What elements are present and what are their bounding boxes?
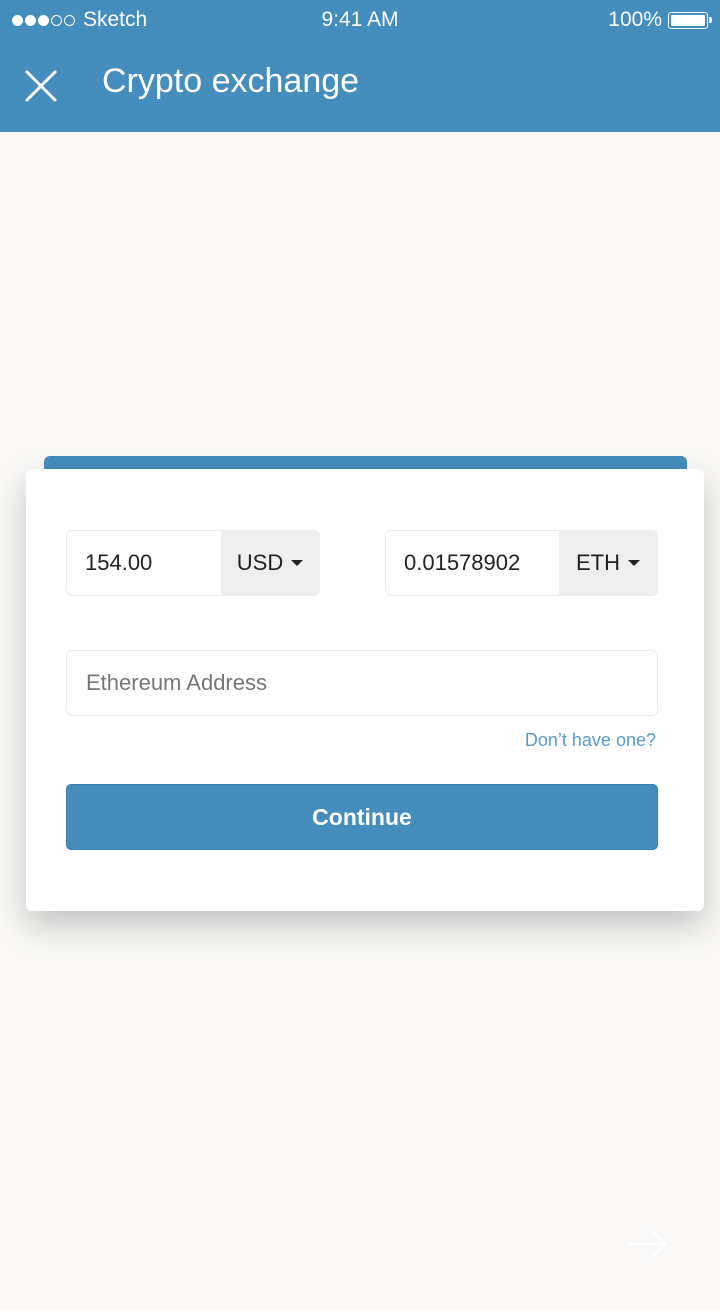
battery-icon bbox=[668, 11, 712, 29]
app-header: Sketch 9:41 AM 100% Crypto exchange bbox=[0, 0, 720, 132]
continue-button[interactable]: Continue bbox=[66, 784, 658, 850]
from-amount-input[interactable]: 154.00 bbox=[67, 531, 221, 595]
status-right: 100% bbox=[608, 8, 712, 32]
status-bar: Sketch 9:41 AM 100% bbox=[0, 0, 720, 40]
arrow-right-icon bbox=[627, 1229, 667, 1259]
close-icon bbox=[25, 70, 57, 102]
ethereum-address-input[interactable] bbox=[66, 650, 658, 716]
caret-down-icon bbox=[291, 560, 304, 566]
battery-level bbox=[671, 14, 705, 26]
dont-have-address-link[interactable]: Don’t have one? bbox=[525, 730, 656, 751]
page-title: Crypto exchange bbox=[102, 62, 360, 100]
from-amount-group: 154.00 USD bbox=[66, 530, 320, 596]
to-amount-group: 0.01578902 ETH bbox=[385, 530, 658, 596]
battery-percent: 100% bbox=[608, 8, 662, 31]
next-button[interactable] bbox=[626, 1226, 670, 1262]
from-currency-label: USD bbox=[236, 550, 284, 575]
to-currency-label: ETH bbox=[576, 550, 620, 575]
caret-down-icon bbox=[628, 560, 640, 566]
battery-tip bbox=[709, 16, 712, 23]
close-button[interactable] bbox=[20, 64, 62, 106]
to-amount-input[interactable]: 0.01578902 bbox=[386, 531, 559, 595]
exchange-card: 154.00 USD 0.01578902 ETH Don’t have one… bbox=[26, 469, 704, 911]
to-currency-dropdown[interactable]: ETH bbox=[559, 531, 657, 595]
from-currency-dropdown[interactable]: USD bbox=[221, 531, 319, 595]
